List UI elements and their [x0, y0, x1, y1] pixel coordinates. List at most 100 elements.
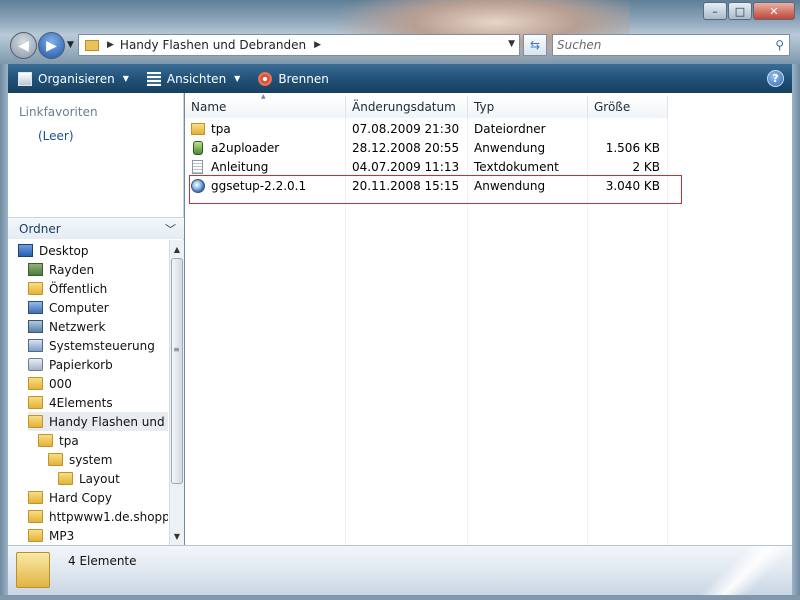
minimize-button[interactable]: –: [703, 2, 727, 20]
file-size: [588, 119, 660, 138]
search-icon[interactable]: ⚲: [775, 38, 784, 52]
address-bar[interactable]: ▶ Handy Flashen und Debranden ▶ ▼: [78, 34, 520, 56]
tree-item[interactable]: tpa: [38, 431, 168, 450]
user-folder-icon: [28, 263, 43, 276]
search-placeholder: Suchen: [557, 38, 602, 52]
folder-icon: [85, 39, 99, 51]
forward-button[interactable]: ▶: [38, 32, 65, 59]
maximize-button[interactable]: □: [728, 2, 752, 20]
file-size: 2 KB: [632, 159, 660, 174]
organize-menu-button[interactable]: Organisieren ▼: [18, 71, 129, 86]
file-row[interactable]: Anleitung: [191, 157, 341, 176]
views-menu-button[interactable]: Ansichten ▼: [146, 71, 240, 86]
tree-item-label: Netzwerk: [49, 319, 106, 334]
views-label: Ansichten: [166, 71, 227, 86]
scrollbar-grip-icon: ≡: [173, 345, 180, 354]
breadcrumb-separator-icon[interactable]: ▶: [107, 40, 114, 50]
address-path[interactable]: Handy Flashen und Debranden: [120, 38, 306, 52]
highlight-box: [189, 175, 682, 204]
folder-icon: [28, 510, 43, 523]
tree-item-label: system: [69, 452, 113, 467]
folders-header[interactable]: Ordner ﹀: [8, 217, 184, 239]
tree-item-label: Papierkorb: [49, 357, 113, 372]
tree-item-label: Rayden: [49, 262, 95, 277]
close-button[interactable]: ✕: [753, 2, 795, 20]
tree-item[interactable]: Öffentlich: [28, 279, 168, 298]
file-row[interactable]: a2uploader: [191, 138, 341, 157]
computer-icon: [28, 301, 43, 314]
tree-item-label: Hard Copy: [49, 490, 112, 505]
burn-label: Brennen: [278, 71, 329, 86]
folder-icon: [38, 434, 53, 447]
tree-item[interactable]: Papierkorb: [28, 355, 168, 374]
tree-item[interactable]: system: [48, 450, 168, 469]
details-pane: 4 Elemente: [8, 545, 792, 595]
column-header-size[interactable]: Größe: [588, 96, 668, 118]
tree-item-label: MP3: [49, 528, 75, 543]
folder-icon: [28, 377, 43, 390]
tree-item[interactable]: Computer: [28, 298, 168, 317]
tree-item-label: Öffentlich: [49, 281, 108, 296]
folder-icon: [28, 415, 43, 428]
scrollbar-thumb[interactable]: [171, 258, 183, 484]
tree-item[interactable]: Netzwerk: [28, 317, 168, 336]
burn-button[interactable]: Brennen: [258, 71, 329, 86]
chevron-down-icon: ▼: [122, 74, 129, 83]
address-dropdown-icon[interactable]: ▼: [508, 39, 515, 49]
tree-item-label: Computer: [49, 300, 109, 315]
file-name: a2uploader: [211, 140, 280, 155]
column-header-name[interactable]: Name: [185, 93, 346, 118]
folder-icon: [28, 282, 43, 295]
tree-item-label: 4Elements: [49, 395, 113, 410]
recent-pages-dropdown[interactable]: ▼: [67, 40, 74, 50]
recycle-bin-icon: [28, 358, 43, 371]
column-header-type[interactable]: Typ: [468, 96, 588, 118]
refresh-button[interactable]: ⇆: [523, 34, 547, 56]
file-row[interactable]: tpa: [191, 119, 341, 138]
file-type: Textdokument: [474, 159, 559, 174]
tree-item[interactable]: Handy Flashen und Debranden: [28, 412, 168, 431]
command-toolbar: Organisieren ▼ Ansichten ▼ Brennen ?: [8, 64, 792, 93]
refresh-icon: ⇆: [529, 38, 541, 52]
tree-item[interactable]: httpwww1.de.shopping: [28, 507, 168, 526]
column-header-date[interactable]: Änderungsdatum: [346, 96, 468, 118]
tree-item[interactable]: MP3: [28, 526, 168, 545]
file-type: Anwendung: [474, 140, 546, 155]
folder-tree-scrollbar[interactable]: ▲ ≡ ▼: [169, 240, 184, 545]
network-icon: [28, 320, 43, 333]
tree-item[interactable]: Desktop: [18, 241, 168, 260]
breadcrumb-separator-icon[interactable]: ▶: [314, 40, 321, 50]
text-document-icon: [192, 159, 203, 174]
tree-item[interactable]: Hard Copy: [28, 488, 168, 507]
window-frame-bottom: [0, 595, 800, 600]
file-type: Dateiordner: [474, 121, 546, 136]
back-button[interactable]: ◀: [10, 32, 37, 59]
folders-title: Ordner: [19, 221, 61, 236]
help-button[interactable]: ?: [767, 70, 784, 87]
file-size: 1.506 KB: [605, 140, 660, 155]
tree-item-label: Handy Flashen und Debranden: [49, 414, 168, 429]
tree-item[interactable]: 000: [28, 374, 168, 393]
favorites-title: Linkfavoriten: [19, 105, 98, 119]
folder-icon: [28, 491, 43, 504]
window-controls: – □ ✕: [702, 2, 795, 20]
item-count: 4 Elemente: [68, 554, 137, 568]
scroll-up-icon[interactable]: ▲: [170, 242, 184, 256]
tree-item[interactable]: 4Elements: [28, 393, 168, 412]
folder-icon: [28, 396, 43, 409]
search-input[interactable]: Suchen ⚲: [552, 34, 790, 56]
decorative-streak: [662, 546, 792, 595]
tree-item-label: Desktop: [39, 243, 89, 258]
file-date: 04.07.2009 11:13: [352, 159, 460, 174]
arrow-left-icon: ◀: [18, 37, 29, 54]
window-frame-left: [0, 64, 8, 595]
tree-item[interactable]: Rayden: [28, 260, 168, 279]
tree-item[interactable]: Layout: [58, 469, 168, 488]
tree-item[interactable]: Systemsteuerung: [28, 336, 168, 355]
scroll-down-icon[interactable]: ▼: [170, 529, 184, 543]
chevron-down-icon[interactable]: ﹀: [165, 221, 176, 237]
desktop-icon: [18, 244, 33, 257]
tree-item-label: 000: [49, 376, 72, 391]
tree-item-label: tpa: [59, 433, 79, 448]
application-icon: [193, 140, 203, 155]
